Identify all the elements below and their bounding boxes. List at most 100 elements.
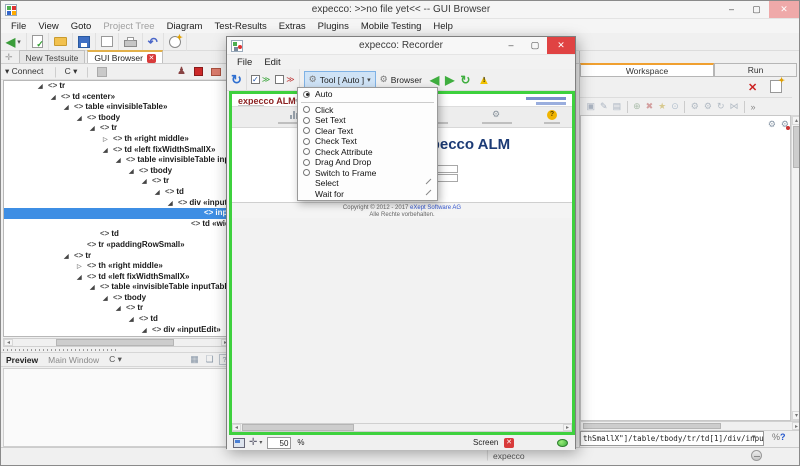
tree-node-td[interactable]: ◢<>td «center» — [4, 92, 230, 103]
tree-node-tr[interactable]: ◢<>tr — [4, 123, 230, 134]
tree-node-table[interactable]: ◢<>table «invisibleTable inputTable» — [4, 155, 230, 166]
tree-node-td[interactable]: <>td «widthFixOfInputText» — [4, 219, 230, 230]
reload-page-icon[interactable]: ↻ — [460, 73, 470, 87]
workspace-toolbar-icon-11[interactable]: ↻ — [717, 101, 725, 112]
tool-menu-item-check-attribute[interactable]: Check Attribute — [298, 147, 437, 158]
page-hscrollbar[interactable]: ◂ ▸ — [232, 423, 572, 432]
inspect-user-icon[interactable]: ♟ — [177, 66, 186, 77]
nav-back-icon[interactable]: ◀ — [430, 73, 439, 87]
clear-workspace-icon[interactable]: ✕ — [748, 81, 757, 94]
new-testsuite-button[interactable]: ✓ — [27, 33, 49, 51]
recorder-close-button[interactable]: ✕ — [547, 37, 575, 54]
tool-menu-item-set-text[interactable]: Set Text — [298, 115, 437, 126]
menu-help[interactable]: Help — [427, 21, 459, 32]
menu-plugins[interactable]: Plugins — [312, 21, 355, 32]
menu-goto[interactable]: Goto — [65, 21, 98, 32]
tree-node-td[interactable]: ◢<>td — [4, 187, 230, 198]
workspace-toolbar-icon-12[interactable]: ⋈ — [730, 101, 739, 112]
expander-open-icon[interactable]: ◢ — [129, 167, 139, 178]
recorder-maximize-button[interactable]: ▢ — [523, 37, 547, 54]
add-tab-icon[interactable]: ✛ — [5, 52, 13, 63]
tree-node-tr[interactable]: ◢<>tr — [4, 251, 230, 262]
expander-open-icon[interactable]: ◢ — [142, 177, 152, 188]
nav-forward-icon[interactable]: ▶ — [445, 73, 454, 87]
menu-file[interactable]: File — [5, 21, 32, 32]
workspace-toolbar-icon-9[interactable]: ⚙ — [691, 101, 699, 112]
tool-menu-item-wait-for[interactable]: Wait for — [298, 189, 437, 200]
tool-menu-item-drag-and-drop[interactable]: Drag And Drop — [298, 157, 437, 168]
history-button[interactable]: ✦ — [164, 33, 187, 51]
zoom-dropdown-icon[interactable]: ▾ — [259, 439, 262, 446]
nav-settings-icon[interactable]: ⚙ — [492, 109, 500, 120]
expander-open-icon[interactable]: ◢ — [142, 326, 152, 337]
tree-node-tr[interactable]: ◢<>tr — [4, 81, 230, 92]
tree-node-th[interactable]: ▷<>th «right middle» — [4, 134, 230, 145]
connect-dropdown[interactable]: ▾ Connect — [5, 66, 43, 77]
expander-open-icon[interactable]: ◢ — [77, 114, 87, 125]
menu-view[interactable]: View — [32, 21, 64, 32]
grid-view-icon[interactable]: ▦ — [189, 354, 200, 365]
workspace-hscrollbar[interactable]: ▸ — [580, 421, 800, 431]
tool-menu-item-select[interactable]: Select — [298, 178, 437, 189]
tree-node-tr[interactable]: ◢<>tr — [4, 176, 230, 187]
workspace-toolbar-icon-14[interactable]: » — [751, 102, 756, 112]
record-screenshots-checkbox[interactable] — [275, 75, 284, 84]
undo-button[interactable]: ↶ — [143, 33, 164, 51]
menu-mobile-testing[interactable]: Mobile Testing — [355, 21, 428, 32]
expander-open-icon[interactable]: ◢ — [51, 93, 61, 104]
expander-open-icon[interactable]: ◢ — [103, 294, 113, 305]
record-actions-checkbox[interactable]: ✓ — [251, 75, 260, 84]
copyright-link[interactable]: eXept Software AG — [410, 205, 461, 211]
tab-close-icon[interactable]: ✕ — [147, 54, 156, 63]
tool-menu-item-check-text[interactable]: Check Text — [298, 136, 437, 147]
new-window-button[interactable] — [96, 33, 119, 51]
copy-windows-icon[interactable] — [211, 68, 221, 76]
refresh-dropdown[interactable]: C ▾ — [65, 66, 78, 77]
menu-test-results[interactable]: Test-Results — [208, 21, 272, 32]
print-button[interactable] — [119, 33, 143, 51]
expander-open-icon[interactable]: ◢ — [168, 199, 178, 210]
layers-icon[interactable]: ❏ — [204, 354, 215, 365]
menu-edit[interactable]: Edit — [258, 57, 286, 68]
tab-workspace[interactable]: Workspace — [580, 63, 714, 77]
save-button[interactable] — [73, 33, 96, 51]
tree-node-table[interactable]: ◢<>table «invisibleTable inputTable» — [4, 282, 230, 293]
tree-node-div[interactable]: ◢<>div «inputEdit» — [4, 198, 230, 209]
expander-open-icon[interactable]: ◢ — [90, 124, 100, 135]
workspace-toolbar-icon-5[interactable]: ✖ — [646, 101, 654, 112]
maximize-button[interactable]: ▢ — [744, 1, 769, 18]
expander-open-icon[interactable]: ◢ — [116, 304, 126, 315]
expander-open-icon[interactable]: ◢ — [116, 156, 126, 167]
expander-open-icon[interactable]: ◢ — [77, 273, 87, 284]
zoom-mode-icon[interactable]: ✛ — [249, 437, 257, 448]
preview-refresh-dropdown[interactable]: C ▾ — [109, 354, 122, 365]
workspace-toolbar-icon-6[interactable]: ★ — [658, 101, 666, 112]
tree-hscrollbar[interactable]: ◂ ▸ — [3, 338, 231, 347]
menu-file[interactable]: File — [231, 57, 258, 68]
back-dropdown-icon[interactable]: ▾ — [17, 38, 21, 46]
zoom-input[interactable]: 50 — [267, 437, 291, 449]
tree-node-td[interactable]: ◢<>td «left fixWidthSmallX» — [4, 145, 230, 156]
workspace-toolbar-icon-0[interactable]: ▣ — [587, 101, 596, 112]
tree-node-input[interactable]: <>input «loginName» — [4, 208, 230, 219]
xpath-input[interactable]: thSmallX"]/table/tbody/tr/td[1]/div/inpu… — [580, 431, 764, 446]
workspace-vscrollbar[interactable]: ▴ ▾ — [791, 115, 800, 421]
menu-extras[interactable]: Extras — [273, 21, 312, 32]
tool-menu-item-click[interactable]: Click — [298, 105, 437, 116]
workspace-toolbar-icon-7[interactable]: ⊙ — [671, 101, 679, 112]
reconnect-button[interactable]: ↻ — [227, 69, 247, 91]
content-gear-red-icon[interactable]: ⚙ — [781, 119, 789, 130]
tree-node-table[interactable]: ◢<>table «invisibleTable» — [4, 102, 230, 113]
stop-record-icon[interactable] — [194, 67, 203, 76]
tree-node-td[interactable]: ◢<>td — [4, 314, 230, 325]
tree-node-tbody[interactable]: ◢<>tbody — [4, 166, 230, 177]
expander-open-icon[interactable]: ◢ — [90, 283, 100, 294]
tree-node-tr[interactable]: <>tr «paddingRowSmall» — [4, 240, 230, 251]
xpath-helper-icon[interactable]: %? — [772, 432, 786, 442]
tool-menu-item-auto[interactable]: Auto — [298, 89, 437, 100]
workspace-content[interactable]: ⚙ ⚙ — [580, 115, 791, 421]
tree-node-tr[interactable]: ◢<>tr — [4, 303, 230, 314]
xpath-dropdown-icon[interactable]: ▾ — [752, 433, 756, 441]
splitter-handle[interactable] — [3, 349, 118, 351]
tree-node-td[interactable]: ◢<>td «left fixWidthSmallX» — [4, 272, 230, 283]
